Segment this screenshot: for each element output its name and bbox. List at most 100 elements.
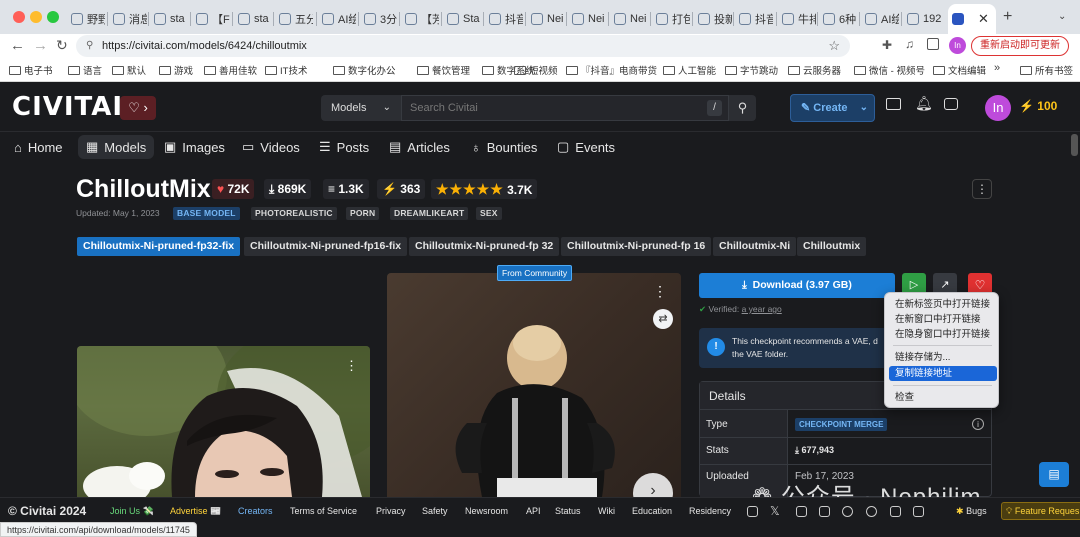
upload-monitor-icon[interactable] [886, 98, 901, 110]
maximize-window-button[interactable] [47, 11, 59, 23]
info-icon[interactable]: i [972, 418, 984, 430]
remix-icon[interactable]: ⇄ [653, 309, 673, 329]
ctx-inspect[interactable]: 检查 [889, 390, 997, 405]
nav-home[interactable]: ⌂ Home [6, 135, 71, 159]
bookmark-folder[interactable]: 微信 - 视频号 [854, 63, 925, 77]
collect-badge[interactable]: ≡ 1.3K [323, 179, 369, 199]
bookmark-folder[interactable]: IT技术 [265, 63, 307, 77]
ctx-open-new-tab[interactable]: 在新标签页中打开链接 [889, 297, 997, 312]
footer-newsroom[interactable]: Newsroom [465, 506, 508, 516]
chat-fab-button[interactable]: ▤ [1039, 462, 1069, 487]
restart-update-button[interactable]: 重新启动即可更新 [971, 36, 1069, 56]
verified-time-link[interactable]: a year ago [742, 304, 782, 314]
twitch-icon[interactable] [913, 506, 924, 517]
create-button[interactable]: ✎ Create ⌄ [790, 94, 875, 122]
browser-tab[interactable]: 野野 [67, 6, 105, 32]
civitai-logo[interactable]: CIVITAI [12, 94, 123, 120]
tiktok-icon[interactable] [842, 506, 853, 517]
search-button[interactable]: ⚲ [729, 95, 756, 121]
browser-tab[interactable]: 3分 [360, 6, 398, 32]
footer-join-us[interactable]: Join Us 💸 [110, 506, 154, 517]
bookmark-folder[interactable]: 默认 [112, 63, 146, 77]
nav-videos[interactable]: ▭ Videos [234, 135, 308, 159]
likes-badge[interactable]: ♥ 72K [212, 179, 255, 199]
feature-request-button[interactable]: 💡︎ Feature Reques [1001, 502, 1080, 520]
gallery-image-left[interactable]: ⋮ [77, 346, 370, 497]
bookmark-folder[interactable]: 短视频 [514, 63, 558, 77]
version-tab[interactable]: Chilloutmix [797, 237, 867, 256]
nav-events[interactable]: ▢ Events [549, 135, 623, 159]
back-arrow-icon[interactable]: ← [10, 37, 25, 54]
search-category-select[interactable]: Models ⌄ [321, 95, 401, 121]
minimize-window-button[interactable] [30, 11, 42, 23]
extensions-icon[interactable]: ✚ [882, 38, 892, 52]
profile-avatar[interactable]: In [949, 37, 966, 54]
search-input[interactable]: Search Civitai / [401, 95, 729, 121]
browser-tab[interactable]: AI绘 [861, 6, 899, 32]
more-bookmarks-button[interactable]: » [994, 62, 1000, 74]
url-field[interactable]: ⚲ https://civitai.com/models/6424/chillo… [76, 35, 850, 57]
reload-icon[interactable]: ↻ [56, 37, 68, 54]
browser-tab[interactable]: 打包 [652, 6, 690, 32]
tab-active[interactable]: ✕ [948, 4, 996, 34]
bookmark-folder[interactable]: 字节跳动 [725, 63, 778, 77]
site-info-icon[interactable]: ⚲ [86, 35, 93, 57]
tab-search-icon[interactable]: ⌄ [1058, 11, 1066, 22]
footer-wiki[interactable]: Wiki [598, 506, 615, 516]
ctx-save-link[interactable]: 链接存储为... [889, 350, 997, 365]
footer-terms[interactable]: Terms of Service [290, 506, 357, 516]
instagram-icon[interactable] [796, 506, 807, 517]
browser-tab[interactable]: Nei [527, 6, 565, 32]
page-scrollbar[interactable] [1071, 134, 1078, 156]
ctx-open-new-window[interactable]: 在新窗口中打开链接 [889, 312, 997, 327]
footer-residency[interactable]: Residency [689, 506, 731, 516]
footer-api[interactable]: API [526, 506, 541, 516]
rating-badge[interactable]: ★★★★★ 3.7K [431, 179, 538, 199]
bookmark-folder[interactable]: 云服务器 [788, 63, 841, 77]
footer-advertise[interactable]: Advertise 📰 [170, 506, 221, 517]
browser-tab[interactable]: 6种 [819, 6, 857, 32]
browser-tab[interactable]: 牛排 [778, 6, 816, 32]
more-options-button[interactable]: ⋮ [972, 179, 992, 199]
tag-sex[interactable]: SEX [476, 207, 502, 220]
all-bookmarks-button[interactable]: 所有书签 [1020, 63, 1073, 77]
x-twitter-icon[interactable]: 𝕏 [770, 504, 780, 518]
browser-tab[interactable]: sta [150, 6, 188, 32]
gallery-image-main[interactable]: ⋮ ⇄ › [387, 273, 681, 497]
browser-tab[interactable]: Sta [443, 6, 481, 32]
bookmark-folder[interactable]: 餐饮管理 [417, 63, 470, 77]
version-tab[interactable]: Chilloutmix-Ni [713, 237, 797, 256]
chat-icon[interactable] [944, 98, 958, 110]
browser-tab[interactable]: 抖音 [735, 6, 773, 32]
side-panel-icon[interactable] [927, 38, 939, 50]
bookmark-folder[interactable]: 游戏 [159, 63, 193, 77]
new-tab-button[interactable]: + [1003, 8, 1012, 26]
reddit-icon[interactable] [866, 506, 877, 517]
browser-tab[interactable]: 消息 [109, 6, 147, 32]
media-controls-icon[interactable]: ♫ [905, 37, 914, 51]
version-tab[interactable]: Chilloutmix-Ni-pruned-fp 16 [561, 237, 712, 256]
bookmark-folder[interactable]: 文档编辑 [933, 63, 986, 77]
close-tab-icon[interactable]: ✕ [978, 11, 989, 27]
browser-tab[interactable]: 五分 [275, 6, 313, 32]
download-button[interactable]: ⤓ Download (3.97 GB) [699, 273, 895, 298]
github-icon[interactable] [890, 506, 901, 517]
tag-base-model[interactable]: BASE MODEL [173, 207, 240, 220]
tag-porn[interactable]: PORN [346, 207, 380, 220]
nav-articles[interactable]: ▤ Articles [381, 135, 458, 159]
bookmark-folder[interactable]: 数字化办公 [333, 63, 396, 77]
ctx-open-incognito[interactable]: 在隐身窗口中打开链接 [889, 327, 997, 342]
notification-bell-icon[interactable]: 🔔︎ [915, 95, 933, 112]
browser-tab[interactable]: 投新 [694, 6, 732, 32]
footer-privacy[interactable]: Privacy [376, 506, 406, 516]
nav-posts[interactable]: ☰ Posts [311, 135, 377, 159]
nav-models[interactable]: ▦ Models [78, 135, 155, 159]
browser-tab[interactable]: 抖音 [485, 6, 523, 32]
tag-dreamlikeart[interactable]: DREAMLIKEART [390, 207, 469, 220]
tag-photorealistic[interactable]: PHOTOREALISTIC [251, 207, 337, 220]
bookmark-star-icon[interactable]: ☆ [828, 35, 840, 57]
support-heart-button[interactable]: ♡ › [120, 96, 156, 120]
kebab-menu-icon[interactable]: ⋮ [653, 283, 667, 300]
version-tab[interactable]: Chilloutmix-Ni-pruned-fp 32 [409, 237, 560, 256]
bookmark-folder[interactable]: 『抖音』电商带货 [566, 63, 657, 77]
